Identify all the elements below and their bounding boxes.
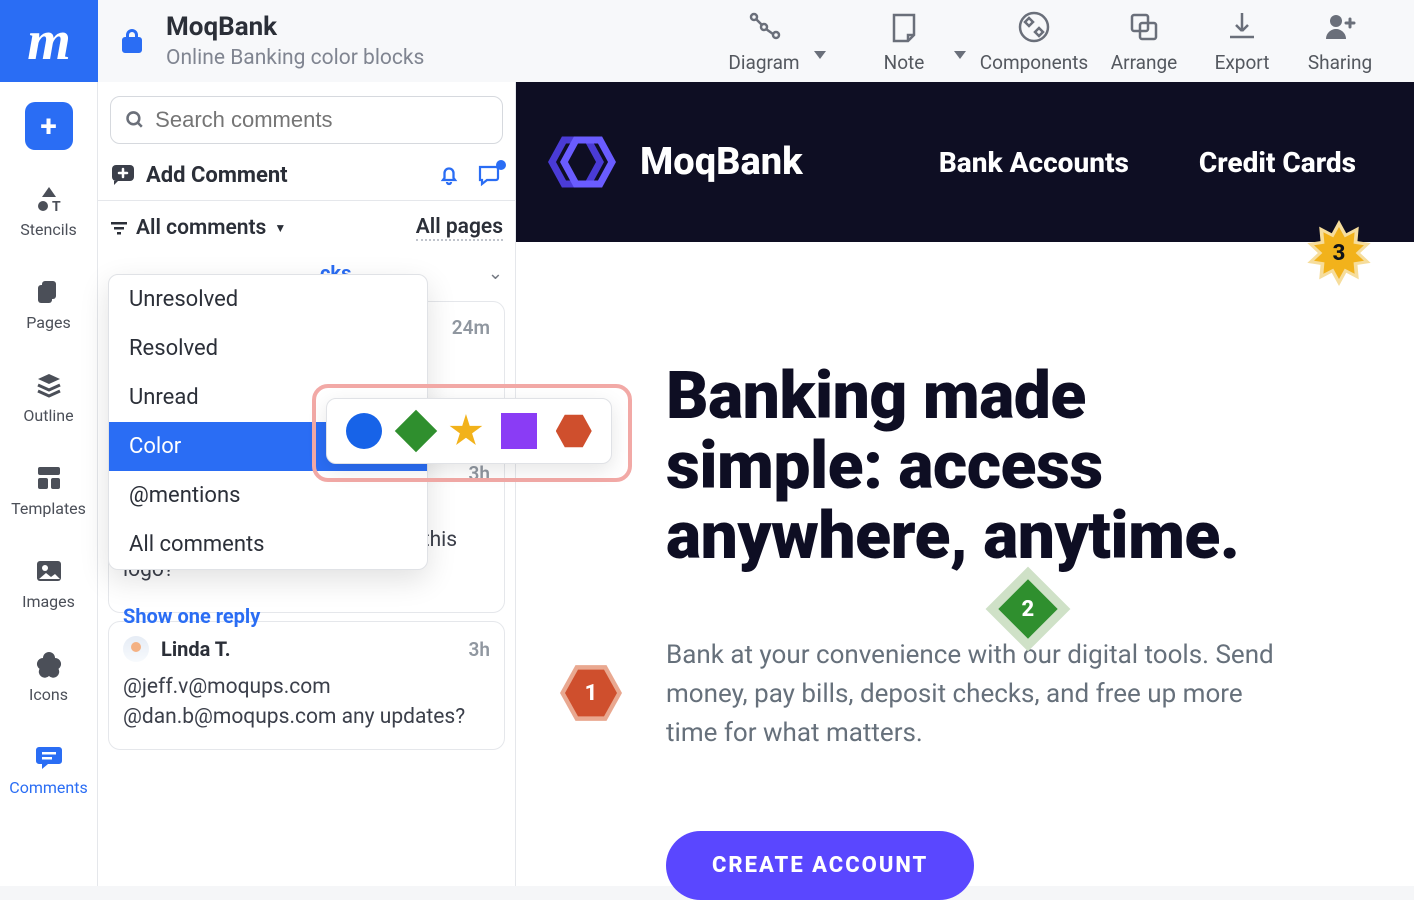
hero-body: Bank at your convenience with our digita… [666, 636, 1276, 753]
filter-label: All comments [136, 216, 266, 240]
action-diagram[interactable]: Diagram [694, 9, 834, 74]
comment-marker-3[interactable]: 3 [1313, 227, 1365, 279]
avatar [123, 636, 149, 662]
search-icon [125, 109, 145, 131]
chevron-down-icon[interactable]: ⌄ [488, 263, 503, 284]
color-swatch-yellow[interactable] [449, 414, 483, 448]
dropdown-item-resolved[interactable]: Resolved [109, 324, 427, 373]
top-actions: Diagram Note Components Arrange Export S… [694, 9, 1414, 74]
chevron-down-icon [954, 51, 966, 59]
action-sharing[interactable]: Sharing [1290, 9, 1390, 74]
sidebar-item-templates[interactable]: Templates [0, 459, 97, 522]
nav-bank-accounts[interactable]: Bank Accounts [939, 146, 1129, 179]
title-block: MoqBank Online Banking color blocks [166, 12, 424, 70]
chat-settings-icon[interactable] [477, 163, 503, 187]
sidebar-item-label: Pages [26, 313, 70, 332]
color-swatch-green[interactable] [394, 410, 436, 452]
cta-create-account[interactable]: CREATE ACCOUNT [666, 831, 974, 900]
filter-scope[interactable]: All pages [416, 215, 503, 241]
action-export-label: Export [1215, 51, 1270, 74]
dropdown-item-all[interactable]: All comments [109, 520, 427, 569]
color-swatch-orange[interactable] [556, 413, 592, 449]
sidebar-item-stencils[interactable]: T Stencils [0, 180, 97, 243]
add-comment-icon [110, 162, 136, 188]
action-arrange-label: Arrange [1111, 51, 1177, 74]
action-note-label: Note [884, 51, 925, 74]
left-sidebar: + T Stencils Pages Outline Templates Ima… [0, 82, 98, 886]
action-components[interactable]: Components [974, 9, 1094, 74]
sidebar-item-comments[interactable]: Comments [0, 738, 97, 801]
app-logo[interactable]: m [0, 0, 98, 82]
sidebar-item-label: Images [22, 592, 75, 611]
action-diagram-label: Diagram [728, 51, 799, 74]
comment-marker-1[interactable]: 1 [565, 667, 617, 719]
brand-logo-icon [546, 134, 618, 190]
canvas[interactable]: MoqBank Bank Accounts Credit Cards Banki… [516, 82, 1414, 886]
action-export[interactable]: Export [1194, 9, 1290, 74]
mock-brand-name: MoqBank [640, 140, 803, 184]
marker-label: 1 [585, 681, 598, 706]
sidebar-item-outline[interactable]: Outline [0, 366, 97, 429]
sidebar-item-label: Icons [29, 685, 68, 704]
filter-dropdown-trigger[interactable]: All comments ▼ [110, 216, 286, 240]
sidebar-item-label: Outline [23, 406, 73, 425]
mock-nav: Bank Accounts Credit Cards [939, 146, 1356, 179]
lock-icon[interactable] [98, 27, 166, 55]
comment-time: 3h [469, 638, 490, 661]
project-subtitle[interactable]: Online Banking color blocks [166, 46, 424, 70]
nav-credit-cards[interactable]: Credit Cards [1199, 146, 1356, 179]
topbar: m MoqBank Online Banking color blocks Di… [0, 0, 1414, 82]
bell-icon[interactable] [437, 163, 461, 187]
sidebar-item-label: Templates [11, 499, 86, 518]
mock-header: MoqBank Bank Accounts Credit Cards [516, 82, 1414, 242]
filter-icon [110, 219, 128, 237]
comment-card[interactable]: Linda T. 3h @jeff.v@moqups.com @dan.b@mo… [108, 621, 505, 750]
chevron-down-icon: ▼ [274, 221, 286, 235]
color-swatch-blue[interactable] [346, 413, 382, 449]
action-components-label: Components [980, 51, 1088, 74]
marker-label: 3 [1333, 241, 1346, 266]
add-comment-label: Add Comment [146, 163, 288, 188]
sidebar-item-pages[interactable]: Pages [0, 273, 97, 336]
sidebar-item-label: Stencils [20, 220, 76, 239]
sidebar-item-icons[interactable]: Icons [0, 645, 97, 708]
action-arrange[interactable]: Arrange [1094, 9, 1194, 74]
color-popover [326, 398, 612, 464]
search-input[interactable] [110, 96, 503, 144]
comment-time: 24m [452, 316, 490, 339]
search-field[interactable] [155, 107, 488, 133]
add-comment-button[interactable]: Add Comment [110, 162, 288, 188]
dropdown-item-unresolved[interactable]: Unresolved [109, 275, 427, 324]
comment-marker-2[interactable]: 2 [1002, 583, 1054, 635]
show-replies-link[interactable]: Show one reply [123, 604, 490, 628]
project-title[interactable]: MoqBank [166, 12, 424, 42]
sidebar-item-label: Comments [9, 778, 87, 797]
comment-text: @jeff.v@moqups.com @dan.b@moqups.com any… [123, 672, 490, 733]
chevron-down-icon [814, 51, 826, 59]
action-sharing-label: Sharing [1308, 51, 1372, 74]
mock-brand: MoqBank [546, 134, 803, 190]
svg-text:T: T [52, 199, 61, 214]
marker-label: 2 [1022, 597, 1035, 622]
action-note[interactable]: Note [834, 9, 974, 74]
mock-hero: Banking made simple: access anywhere, an… [516, 242, 1276, 900]
add-button[interactable]: + [25, 102, 73, 150]
color-swatch-purple[interactable] [501, 413, 537, 449]
comment-author: Linda T. [161, 637, 231, 661]
sidebar-item-images[interactable]: Images [0, 552, 97, 615]
hero-title: Banking made simple: access anywhere, an… [666, 362, 1276, 572]
